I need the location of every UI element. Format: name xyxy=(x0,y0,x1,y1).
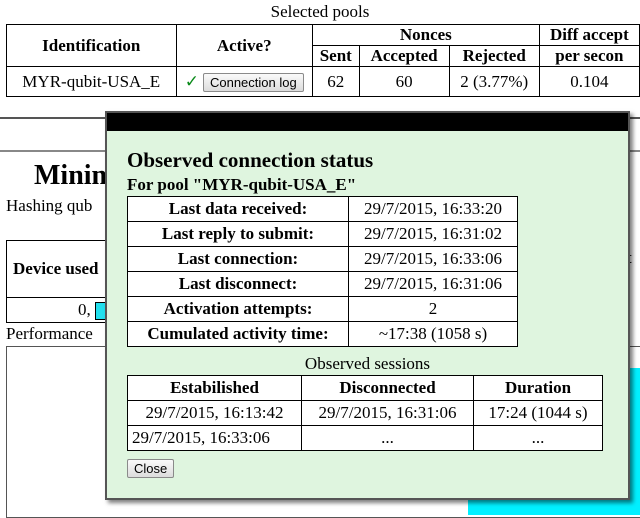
pool-accepted: 60 xyxy=(358,66,450,97)
table-row: Last reply to submit: 29/7/2015, 16:31:02 xyxy=(127,221,518,247)
col-sent: Sent xyxy=(311,45,360,67)
pool-diff: 0.104 xyxy=(538,66,640,97)
col-identification: Identification xyxy=(6,24,177,67)
hashing-label: Hashing qub xyxy=(6,196,93,215)
pool-identification: MYR-qubit-USA_E xyxy=(6,66,177,97)
col-rejected: Rejected xyxy=(448,45,540,67)
mining-title: Minin xyxy=(34,160,108,191)
pools-caption: Selected pools xyxy=(270,2,370,21)
pool-sent: 62 xyxy=(311,66,360,97)
connection-status-dialog: Observed connection status For pool "MYR… xyxy=(105,111,630,500)
table-row: Activation attempts: 2 xyxy=(127,296,518,322)
close-button[interactable]: Close xyxy=(127,459,175,478)
col-diff-line1: Diff accept xyxy=(538,24,640,46)
col-nonces: Nonces xyxy=(311,24,540,46)
session-duration: 17:24 (1044 s) xyxy=(473,400,603,426)
performance-label: Performance xyxy=(6,324,93,343)
table-row: MYR-qubit-USA_E ✓ Connection log 62 60 2 … xyxy=(6,66,640,97)
col-established: Estabilished xyxy=(127,375,302,401)
connection-log-button[interactable]: Connection log xyxy=(202,72,304,92)
devices-table: Device used 0, xyxy=(6,240,120,323)
status-label: Last data received: xyxy=(127,196,349,222)
table-row: 29/7/2015, 16:33:06 ... ... xyxy=(127,425,603,451)
pool-rejected: 2 (3.77%) xyxy=(448,66,540,97)
pools-table: Identification Active? Nonces Diff accep… xyxy=(6,24,640,97)
pool-active-cell: ✓ Connection log xyxy=(175,66,313,97)
status-label: Last connection: xyxy=(127,246,349,272)
dialog-subtitle: For pool "MYR-qubit-USA_E" xyxy=(127,175,357,194)
status-table: Last data received: 29/7/2015, 16:33:20 L… xyxy=(127,196,518,347)
table-row: Last data received: 29/7/2015, 16:33:20 xyxy=(127,196,518,222)
col-diff-line2: per secon xyxy=(538,45,640,67)
col-accepted: Accepted xyxy=(358,45,450,67)
table-row: Cumulated activity time: ~17:38 (1058 s) xyxy=(127,321,518,347)
check-icon: ✓ xyxy=(184,71,199,91)
session-disconnected: ... xyxy=(301,425,474,451)
dialog-title: Observed connection status xyxy=(127,148,374,172)
table-row: 29/7/2015, 16:13:42 29/7/2015, 16:31:06 … xyxy=(127,400,603,426)
sessions-caption: Observed sessions xyxy=(304,354,431,373)
status-label: Activation attempts: xyxy=(127,296,349,322)
col-disconnected: Disconnected xyxy=(301,375,474,401)
session-established: 29/7/2015, 16:33:06 xyxy=(127,425,302,451)
device-index: 0, xyxy=(78,299,91,319)
table-row: Last disconnect: 29/7/2015, 16:31:06 xyxy=(127,271,518,297)
status-value: ~17:38 (1058 s) xyxy=(348,321,518,347)
device-cell: 0, xyxy=(6,297,120,323)
status-value: 29/7/2015, 16:31:06 xyxy=(348,271,518,297)
session-disconnected: 29/7/2015, 16:31:06 xyxy=(301,400,474,426)
status-label: Last disconnect: xyxy=(127,271,349,297)
dialog-title-bar[interactable] xyxy=(107,113,628,131)
col-active: Active? xyxy=(175,24,313,67)
session-duration: ... xyxy=(473,425,603,451)
status-value: 29/7/2015, 16:31:02 xyxy=(348,221,518,247)
col-duration: Duration xyxy=(473,375,603,401)
table-row: 0, xyxy=(6,297,120,323)
status-label: Last reply to submit: xyxy=(127,221,349,247)
status-value: 29/7/2015, 16:33:20 xyxy=(348,196,518,222)
session-established: 29/7/2015, 16:13:42 xyxy=(127,400,302,426)
status-value: 2 xyxy=(348,296,518,322)
sessions-table: Estabilished Disconnected Duration 29/7/… xyxy=(127,375,603,451)
col-device-used: Device used xyxy=(6,240,120,298)
status-label: Cumulated activity time: xyxy=(127,321,349,347)
status-value: 29/7/2015, 16:33:06 xyxy=(348,246,518,272)
table-row: Last connection: 29/7/2015, 16:33:06 xyxy=(127,246,518,272)
